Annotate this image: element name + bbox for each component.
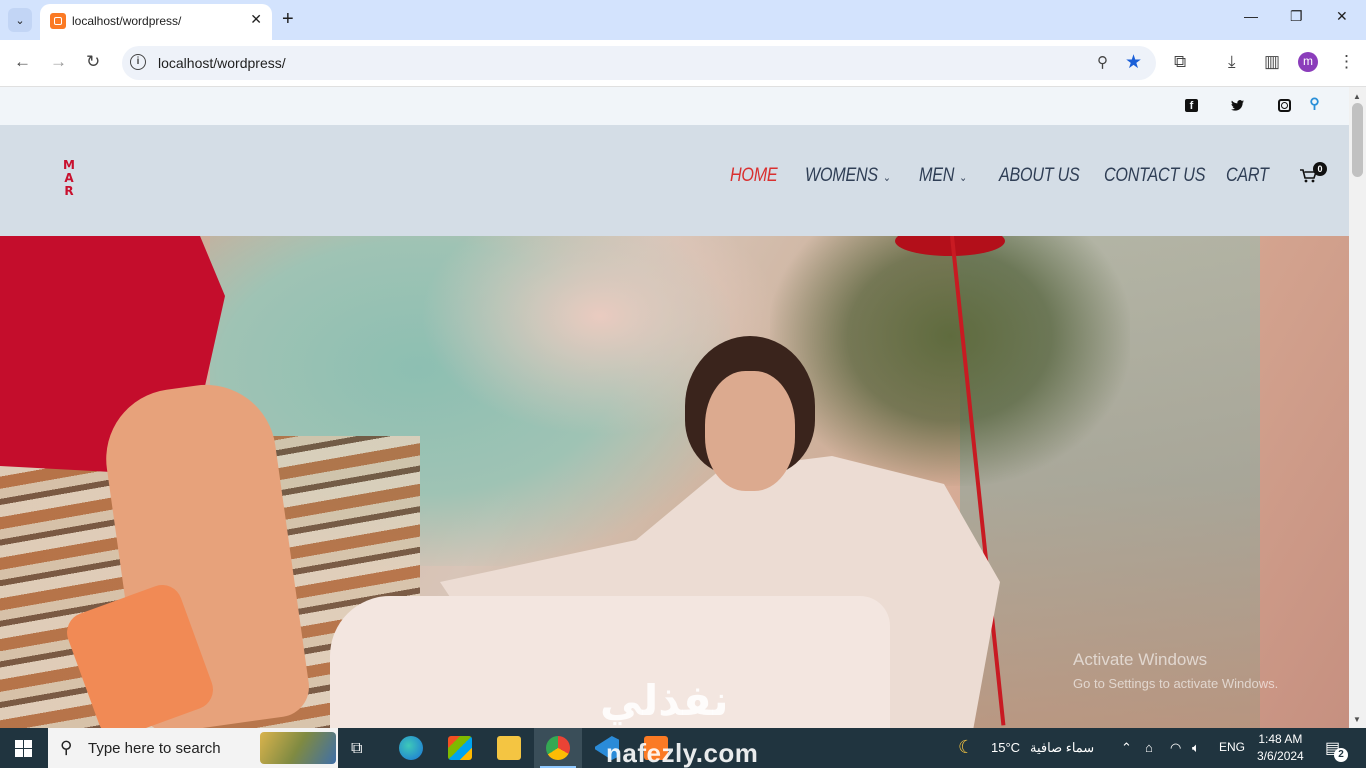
file-explorer-icon[interactable] <box>497 736 521 760</box>
tab-search-button[interactable]: ⌄ <box>8 8 32 32</box>
hero-banner-image: Activate Windows Go to Settings to activ… <box>0 236 1349 728</box>
wifi-icon[interactable]: ◠ <box>1170 740 1181 756</box>
nav-men[interactable]: MEN ⌄ <box>919 165 967 187</box>
chevron-up-icon[interactable]: ⌃ <box>1121 740 1132 756</box>
search-icon[interactable]: ⚲ <box>1308 95 1321 111</box>
address-url[interactable]: localhost/wordpress/ <box>158 55 286 71</box>
windows-start-icon[interactable] <box>15 740 32 757</box>
address-bar[interactable]: i localhost/wordpress/ ⚲ ★ <box>122 46 1156 80</box>
site-topbar: f ⚲ <box>0 87 1349 125</box>
cart-count-badge: 0 <box>1313 162 1327 176</box>
edge-browser-icon[interactable] <box>399 736 423 760</box>
system-clock[interactable]: 1:48 AM 3/6/2024 <box>1257 731 1304 765</box>
facebook-icon[interactable]: f <box>1185 99 1198 112</box>
website-viewport: f ⚲ M A R HOME WOMENS ⌄ MEN ⌄ ABOUT US CON… <box>0 87 1349 728</box>
weather-condition[interactable]: سماء صافية <box>1030 740 1094 756</box>
nav-home[interactable]: HOME <box>730 165 778 187</box>
watermark-english: nafezly.com <box>606 738 759 768</box>
chevron-down-icon: ⌄ <box>883 172 891 184</box>
site-info-icon[interactable]: i <box>130 54 146 70</box>
weather-temperature[interactable]: 15°C <box>991 740 1020 755</box>
notification-count-badge: 2 <box>1334 748 1348 762</box>
close-window-button[interactable]: ✕ <box>1336 8 1348 25</box>
site-header: M A R HOME WOMENS ⌄ MEN ⌄ ABOUT US CONTACT… <box>0 125 1349 236</box>
watermark-arabic: نفذلي <box>600 676 729 725</box>
back-arrow-icon[interactable]: ← <box>14 52 31 72</box>
instagram-icon[interactable] <box>1278 99 1291 112</box>
activate-windows-subtitle: Go to Settings to activate Windows. <box>1073 676 1279 691</box>
clock-date: 3/6/2024 <box>1257 749 1304 763</box>
zoom-icon[interactable]: ⚲ <box>1097 53 1108 71</box>
network-icon[interactable]: ⌂ <box>1145 740 1153 755</box>
site-logo[interactable]: M A R <box>62 159 76 198</box>
download-icon[interactable]: ⤓ <box>1228 52 1236 72</box>
clock-time: 1:48 AM <box>1258 732 1303 746</box>
chevron-down-icon: ⌄ <box>959 172 967 184</box>
scroll-thumb[interactable] <box>1352 103 1363 177</box>
menu-kebab-icon[interactable]: ⋮ <box>1338 52 1355 72</box>
taskbar-search-box[interactable]: ⚲ Type here to search <box>48 728 338 768</box>
page-scrollbar[interactable]: ▲ ▼ <box>1349 87 1366 728</box>
browser-toolbar: ← → ↻ i localhost/wordpress/ ⚲ ★ ⧉ ⤓ ▥ m… <box>0 40 1366 87</box>
nav-cart[interactable]: CART <box>1226 165 1269 187</box>
bookmark-star-icon[interactable]: ★ <box>1125 51 1142 74</box>
new-tab-button[interactable]: + <box>282 8 294 31</box>
search-highlight-image <box>260 732 336 764</box>
chrome-browser-icon[interactable] <box>546 736 570 760</box>
tab-close-icon[interactable]: ✕ <box>250 11 262 28</box>
scroll-down-arrow-icon[interactable]: ▼ <box>1353 715 1361 724</box>
search-icon: ⚲ <box>60 738 73 757</box>
tab-title: localhost/wordpress/ <box>72 14 182 28</box>
task-view-icon[interactable]: ⧉ <box>351 740 362 758</box>
taskbar-search-placeholder: Type here to search <box>88 740 221 757</box>
profile-avatar[interactable]: m <box>1298 52 1318 72</box>
maximize-button[interactable]: ❐ <box>1290 8 1303 25</box>
logo-letter: R <box>64 184 74 198</box>
nav-contact-us[interactable]: CONTACT US <box>1104 165 1205 187</box>
side-panel-icon[interactable]: ▥ <box>1264 52 1280 72</box>
input-language[interactable]: ENG <box>1219 740 1245 754</box>
microsoft-store-icon[interactable] <box>448 736 472 760</box>
tab-strip: ⌄ localhost/wordpress/ ✕ + — ❐ ✕ <box>0 0 1366 40</box>
nav-about-us[interactable]: ABOUT US <box>999 165 1080 187</box>
twitter-icon[interactable] <box>1231 99 1244 112</box>
volume-icon[interactable]: 🔈︎ <box>1192 740 1200 756</box>
moon-weather-icon[interactable]: ☾ <box>958 737 974 758</box>
reload-icon[interactable]: ↻ <box>86 52 100 72</box>
browser-tab[interactable]: localhost/wordpress/ ✕ <box>40 4 272 40</box>
xampp-favicon-icon <box>50 13 66 29</box>
forward-arrow-icon[interactable]: → <box>50 52 67 72</box>
extensions-puzzle-icon[interactable]: ⧉ <box>1174 52 1186 72</box>
minimize-button[interactable]: — <box>1244 8 1258 24</box>
activate-windows-title: Activate Windows <box>1073 650 1208 669</box>
nav-womens[interactable]: WOMENS ⌄ <box>805 165 891 187</box>
scroll-up-arrow-icon[interactable]: ▲ <box>1353 92 1361 101</box>
